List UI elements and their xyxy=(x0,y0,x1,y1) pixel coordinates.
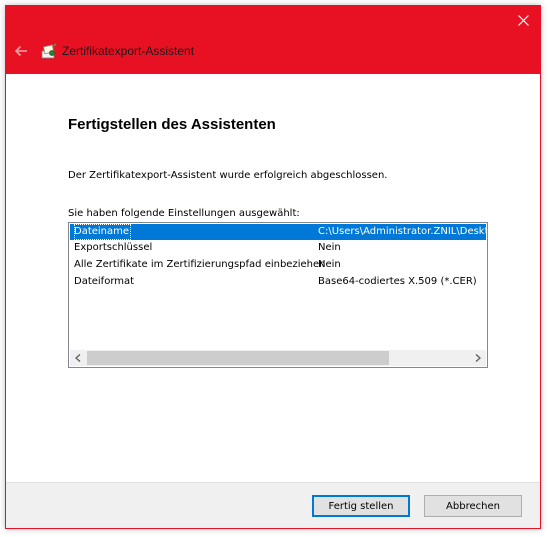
window-title: Zertifikatexport-Assistent xyxy=(62,44,195,58)
cancel-button[interactable]: Abbrechen xyxy=(424,495,522,517)
setting-value: Base64-codiertes X.509 (*.CER) xyxy=(318,276,477,287)
setting-value: C:\Users\Administrator.ZNIL\Deskt xyxy=(318,226,488,237)
back-button[interactable] xyxy=(12,43,30,59)
settings-list[interactable]: Dateiname C:\Users\Administrator.ZNIL\De… xyxy=(68,222,488,368)
title-bar: Zertifikatexport-Assistent xyxy=(6,6,540,74)
finish-button[interactable]: Fertig stellen xyxy=(312,495,410,517)
setting-value: Nein xyxy=(318,259,341,270)
setting-name: Dateiformat xyxy=(74,276,135,287)
certificate-icon xyxy=(41,43,57,59)
list-item-exportschluessel[interactable]: Exportschlüssel Nein xyxy=(70,240,486,256)
scroll-left-button[interactable] xyxy=(70,350,86,366)
setting-name: Exportschlüssel xyxy=(74,242,153,253)
list-item-dateiname[interactable]: Dateiname C:\Users\Administrator.ZNIL\De… xyxy=(70,224,488,240)
chevron-right-icon xyxy=(475,354,481,362)
settings-label: Sie haben folgende Einstellungen ausgewä… xyxy=(68,208,300,219)
scroll-right-button[interactable] xyxy=(470,350,486,366)
setting-name: Alle Zertifikate im Zertifizierungspfad … xyxy=(74,259,326,270)
close-button[interactable] xyxy=(506,6,540,34)
wizard-window: Zertifikatexport-Assistent Fertigstellen… xyxy=(5,5,541,529)
setting-name: Dateiname xyxy=(74,224,132,240)
list-item-dateiformat[interactable]: Dateiformat Base64-codiertes X.509 (*.CE… xyxy=(70,274,486,290)
horizontal-scrollbar[interactable] xyxy=(70,350,486,366)
chevron-left-icon xyxy=(75,354,81,362)
scrollbar-thumb[interactable] xyxy=(87,351,389,365)
back-arrow-icon xyxy=(14,45,27,57)
page-heading: Fertigstellen des Assistenten xyxy=(68,116,276,133)
setting-value: Nein xyxy=(318,242,341,253)
close-icon xyxy=(517,14,529,26)
completion-message: Der Zertifikatexport-Assistent wurde erf… xyxy=(68,170,388,181)
list-item-zertifizierungspfad[interactable]: Alle Zertifikate im Zertifizierungspfad … xyxy=(70,257,486,273)
button-bar: Fertig stellen Abbrechen xyxy=(6,482,540,528)
